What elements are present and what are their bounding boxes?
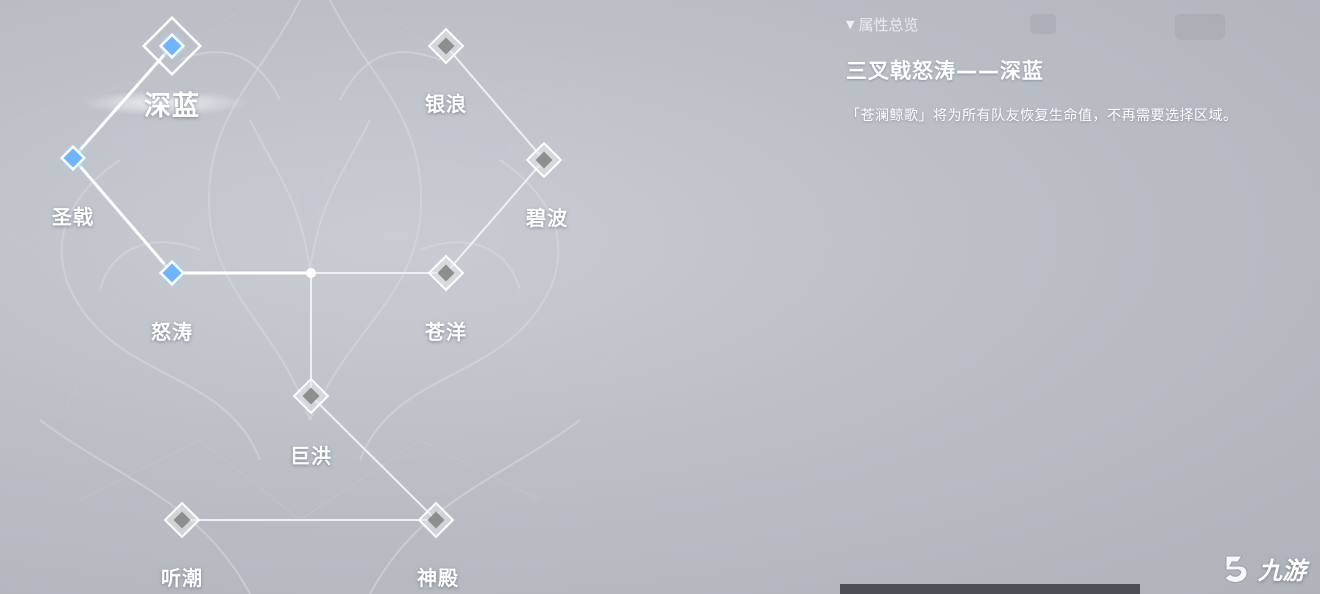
attribute-overview-toggle[interactable]: ▼ 属性总览: [846, 14, 1306, 35]
node-label-shenlan[interactable]: 深蓝: [144, 84, 200, 123]
node-yinlang[interactable]: [427, 27, 465, 65]
watermark-text: 九游: [1258, 557, 1306, 585]
watermark-logo-icon: [1224, 555, 1248, 583]
node-label-tingchao[interactable]: 听潮: [161, 562, 203, 591]
attribute-overview-label: 属性总览: [858, 16, 919, 34]
node-cangyang[interactable]: [427, 254, 465, 292]
caret-down-icon: ▼: [846, 18, 855, 31]
node-bibo[interactable]: [525, 141, 563, 179]
node-label-nutao[interactable]: 怒涛: [151, 316, 193, 345]
node-label-bibo[interactable]: 碧波: [526, 202, 568, 231]
node-label-yinlang[interactable]: 银浪: [425, 88, 467, 117]
bottom-status-bar: [840, 584, 1140, 594]
node-tingchao[interactable]: [163, 501, 201, 539]
node-label-juhong[interactable]: 巨洪: [290, 440, 332, 469]
constellation-node-title: 三叉戟怒涛——深蓝: [846, 59, 1044, 83]
watermark: 九游: [1220, 551, 1306, 586]
node-label-cangyang[interactable]: 苍洋: [425, 316, 467, 345]
node-label-shendian[interactable]: 神殿: [417, 562, 459, 591]
attribute-overview-panel: ▼ 属性总览 三叉戟怒涛——深蓝 「苍澜鲸歌」将为所有队友恢复生命值，不再需要选…: [846, 14, 1306, 125]
node-label-shengji[interactable]: 圣戟: [52, 201, 94, 230]
center-junction: [306, 268, 316, 278]
constellation-node-description: 「苍澜鲸歌」将为所有队友恢复生命值，不再需要选择区域。: [846, 108, 1238, 124]
